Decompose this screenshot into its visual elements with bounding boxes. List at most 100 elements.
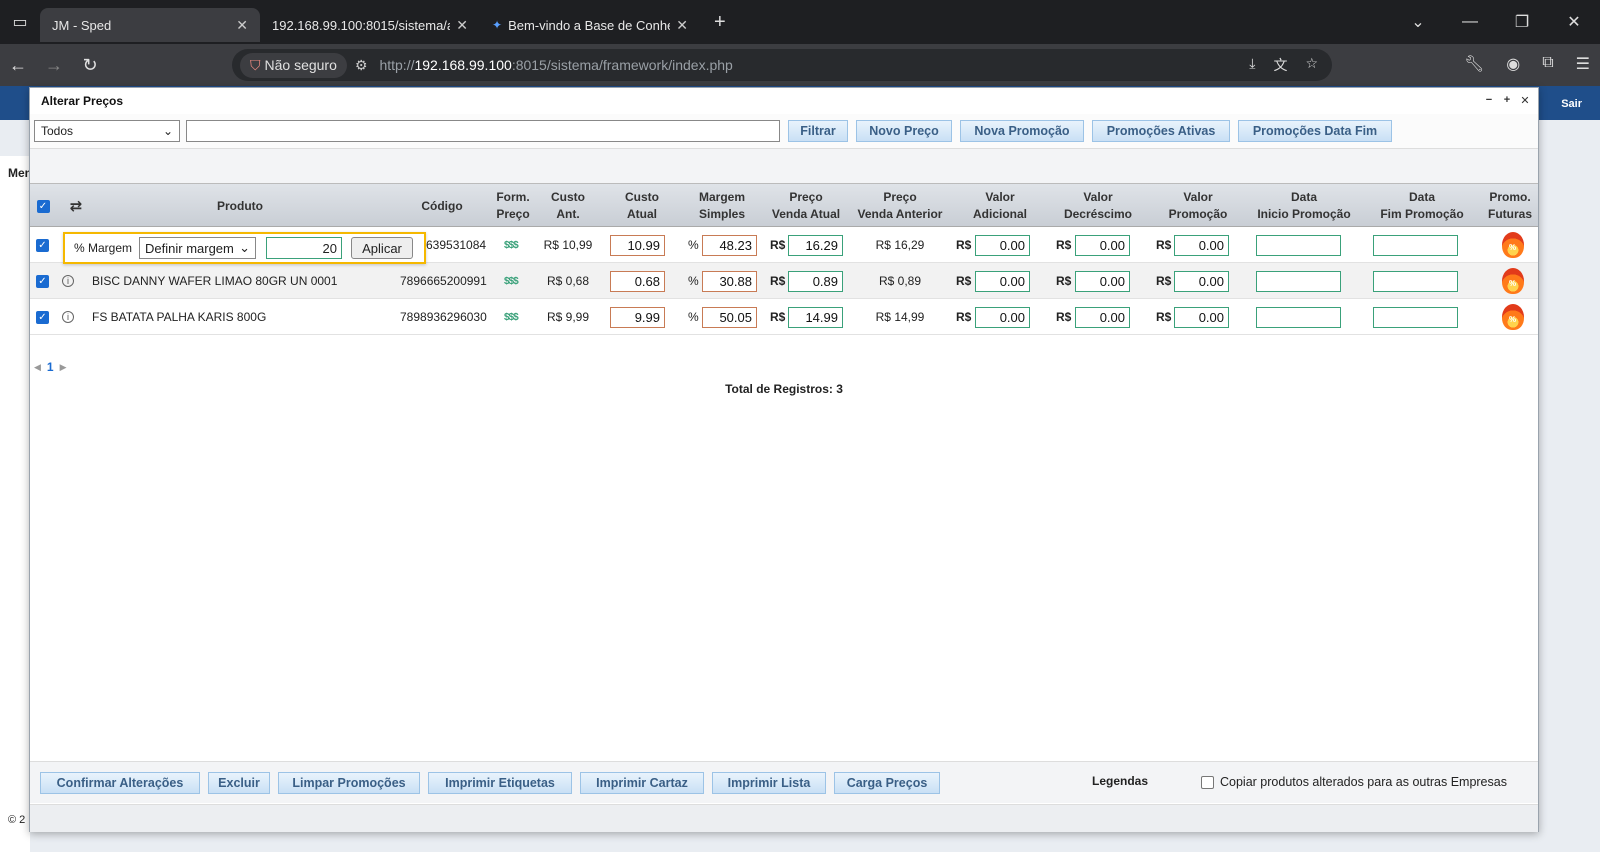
col-custo-ant: Custo Ant. [551, 190, 585, 221]
excluir-button[interactable]: Excluir [208, 771, 270, 794]
valor-adicional-input[interactable]: 0.00 [975, 263, 1030, 299]
page-number[interactable]: 1 [47, 360, 54, 374]
close-icon[interactable]: ✕ [236, 17, 248, 34]
chevron-down-icon[interactable]: ⌄ [1392, 12, 1444, 32]
margem-popup: % Margem Definir margem ⌄ 20 Aplicar [63, 232, 426, 264]
info-icon[interactable]: i [62, 299, 74, 335]
confirmar-alteracoes-button[interactable]: Confirmar Alterações [40, 771, 200, 794]
minimize-icon[interactable]: — [1444, 13, 1496, 31]
formula-preco-icon[interactable]: $$$ [504, 299, 519, 335]
preco-venda-anterior: R$ 0,89 [878, 274, 922, 288]
data-inicio-input[interactable] [1256, 263, 1341, 299]
data-fim-input[interactable] [1373, 299, 1458, 335]
valor-decrescimo-input[interactable]: 0.00 [1075, 227, 1130, 263]
nova-promocao-button[interactable]: Nova Promoção [960, 120, 1084, 142]
promo-fire-icon[interactable] [1502, 227, 1524, 263]
filter-select[interactable]: Todos ⌄ [34, 120, 180, 142]
copiar-checkbox[interactable] [1201, 775, 1214, 789]
tab-sistema-app[interactable]: 192.168.99.100:8015/sistema/app/p ✕ [260, 8, 480, 42]
next-page-icon[interactable]: ▶ [60, 362, 67, 373]
formula-preco-icon[interactable]: $$$ [504, 227, 519, 263]
valor-promocao-input[interactable]: 0.00 [1174, 227, 1229, 263]
prev-page-icon[interactable]: ◀ [34, 362, 41, 373]
site-settings-icon[interactable]: ⚙ [355, 57, 368, 74]
table-row: ✓ i BISC DANNY WAFER LIMAO 80GR UN 0001 … [30, 263, 1538, 299]
tab-search-icon[interactable]: ▭ [0, 0, 40, 44]
security-chip[interactable]: ⛉ Não seguro [240, 52, 347, 78]
data-inicio-input[interactable] [1256, 299, 1341, 335]
promocoes-ativas-button[interactable]: Promoções Ativas [1092, 120, 1230, 142]
url-host: 192.168.99.100 [414, 57, 512, 73]
limpar-promocoes-button[interactable]: Limpar Promoções [278, 771, 420, 794]
maximize-icon[interactable]: + [1500, 93, 1514, 107]
refresh-icon[interactable]: ⇄ [64, 184, 88, 228]
extensions-icon[interactable]: ⧉ [1542, 54, 1553, 74]
install-icon[interactable]: ⤓ [1249, 55, 1255, 75]
promo-fire-icon[interactable] [1502, 299, 1524, 335]
copiar-produtos-option[interactable]: Copiar produtos alterados para as outras… [1201, 775, 1507, 789]
preco-venda-atual-input[interactable]: 16.29 [788, 227, 843, 263]
dialog-status-bar [30, 804, 1538, 832]
tab-jm-sped[interactable]: JM - Sped ✕ [40, 8, 260, 42]
sair-link[interactable]: Sair [1561, 98, 1582, 110]
restore-icon[interactable]: ❐ [1496, 12, 1548, 32]
forward-icon[interactable]: → [36, 55, 72, 76]
back-icon[interactable]: ← [0, 55, 36, 76]
row-checkbox[interactable]: ✓ [36, 227, 49, 263]
filter-select-value: Todos [41, 124, 74, 138]
star-icon[interactable]: ☆ [1305, 55, 1318, 75]
legendas-link[interactable]: Legendas [1092, 774, 1148, 788]
close-icon[interactable]: ✕ [456, 17, 468, 34]
margem-input[interactable]: 48.23 [702, 227, 757, 263]
product-name: BISC DANNY WAFER LIMAO 80GR UN 0001 [92, 274, 338, 288]
filtrar-button[interactable]: Filtrar [788, 120, 848, 142]
margem-input[interactable]: 50.05 [702, 299, 757, 335]
valor-decrescimo-input[interactable]: 0.00 [1075, 299, 1130, 335]
profile-icon[interactable]: ◉ [1506, 54, 1520, 74]
url-field[interactable]: ⛉ Não seguro ⚙ http://192.168.99.100:801… [232, 49, 1332, 81]
imprimir-lista-button[interactable]: Imprimir Lista [712, 771, 826, 794]
select-all-checkbox[interactable]: ✓ [36, 184, 50, 228]
translate-icon[interactable]: 文 [1273, 55, 1287, 75]
wrench-icon[interactable]: 🔧︎ [1464, 54, 1484, 74]
reload-icon[interactable]: ↻ [72, 55, 108, 76]
novo-preco-button[interactable]: Novo Preço [856, 120, 952, 142]
data-fim-input[interactable] [1373, 263, 1458, 299]
margem-input[interactable]: 30.88 [702, 263, 757, 299]
menu-icon[interactable]: ☰ [1576, 54, 1590, 74]
row-checkbox[interactable]: ✓ [36, 299, 49, 335]
data-fim-input[interactable] [1373, 227, 1458, 263]
custo-atual-input[interactable]: 9.99 [610, 299, 665, 335]
formula-preco-icon[interactable]: $$$ [504, 263, 519, 299]
promocoes-data-fim-button[interactable]: Promoções Data Fim [1238, 120, 1392, 142]
promo-fire-icon[interactable] [1502, 263, 1524, 299]
carga-precos-button[interactable]: Carga Preços [834, 771, 940, 794]
imprimir-cartaz-button[interactable]: Imprimir Cartaz [580, 771, 704, 794]
valor-adicional-input[interactable]: 0.00 [975, 299, 1030, 335]
close-window-icon[interactable]: ✕ [1548, 12, 1600, 32]
data-inicio-input[interactable] [1256, 227, 1341, 263]
preco-venda-atual-input[interactable]: 14.99 [788, 299, 843, 335]
valor-promocao-input[interactable]: 0.00 [1174, 299, 1229, 335]
pagination: ◀ 1 ▶ [34, 360, 67, 374]
margem-value-input[interactable]: 20 [266, 237, 343, 259]
new-tab-icon[interactable]: + [714, 11, 726, 34]
close-icon[interactable]: ✕ [1518, 93, 1532, 107]
tab-base-conhecimento[interactable]: ✦ Bem-vindo a Base de Conhecim ✕ [480, 8, 700, 42]
preco-venda-atual-input[interactable]: 0.89 [788, 263, 843, 299]
currency-label: R$ [1156, 310, 1172, 324]
custo-atual-input[interactable]: 0.68 [610, 263, 665, 299]
valor-adicional-input[interactable]: 0.00 [975, 227, 1030, 263]
minimize-icon[interactable]: − [1482, 93, 1496, 107]
row-checkbox[interactable]: ✓ [36, 263, 49, 299]
valor-decrescimo-input[interactable]: 0.00 [1075, 263, 1130, 299]
search-input[interactable] [186, 120, 780, 142]
margem-mode-select[interactable]: Definir margem ⌄ [139, 237, 257, 259]
currency-label: R$ [1056, 274, 1072, 288]
close-icon[interactable]: ✕ [676, 17, 688, 34]
aplicar-button[interactable]: Aplicar [351, 237, 414, 259]
custo-atual-input[interactable]: 10.99 [610, 227, 665, 263]
valor-promocao-input[interactable]: 0.00 [1174, 263, 1229, 299]
info-icon[interactable]: i [62, 263, 74, 299]
imprimir-etiquetas-button[interactable]: Imprimir Etiquetas [428, 771, 572, 794]
